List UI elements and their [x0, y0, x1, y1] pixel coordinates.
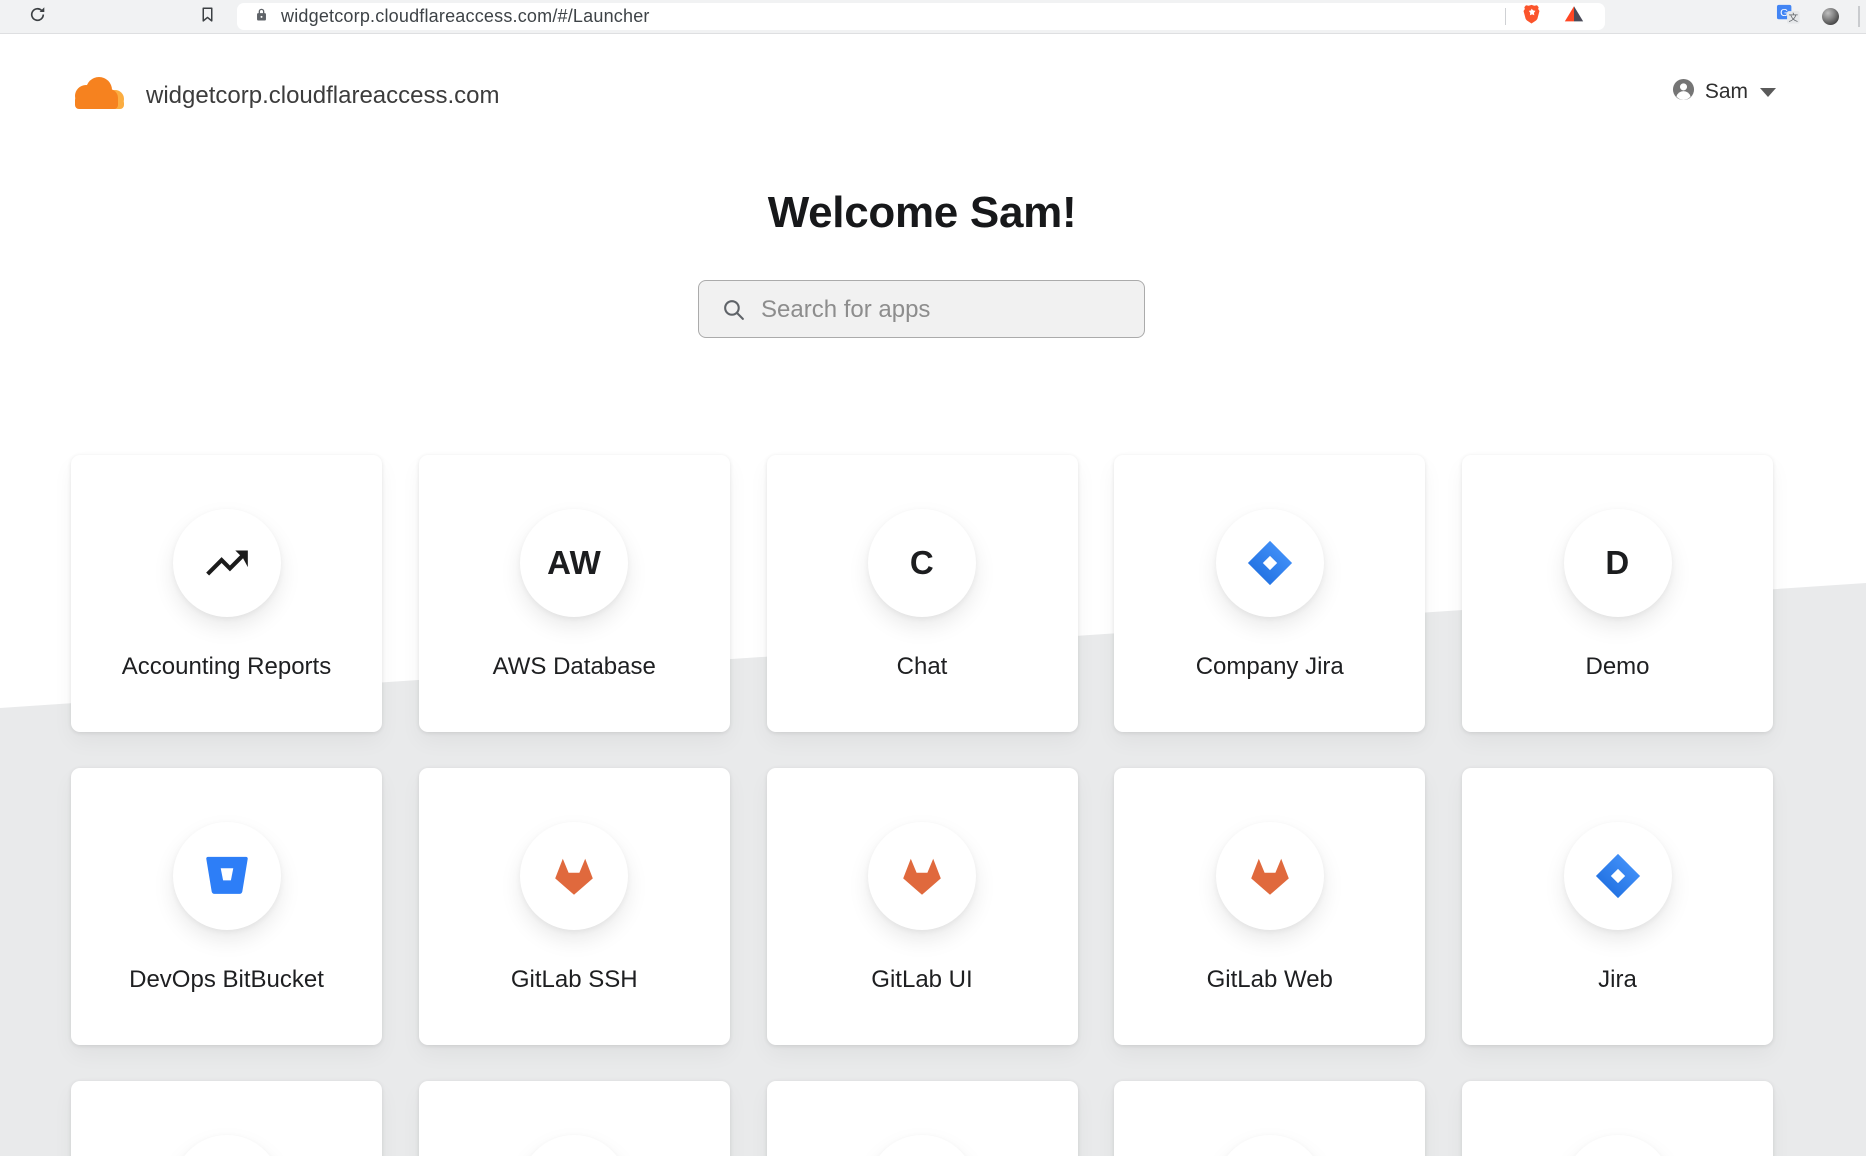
app-icon-circle [173, 822, 281, 930]
app-tile-aws-database[interactable]: AW AWS Database [419, 455, 730, 732]
browser-toolbar: widgetcorp.cloudflareaccess.com/#/Launch… [0, 0, 1866, 34]
app-tile-chat[interactable]: C Chat [767, 455, 1078, 732]
address-bar[interactable]: widgetcorp.cloudflareaccess.com/#/Launch… [237, 3, 1605, 30]
app-tile-label: Accounting Reports [71, 653, 382, 681]
organization-domain: widgetcorp.cloudflareaccess.com [146, 82, 500, 110]
app-tile-partial[interactable] [1114, 1081, 1425, 1156]
app-tile-label: DevOps BitBucket [71, 966, 382, 994]
app-icon-circle [1216, 1135, 1324, 1156]
chevron-down-icon [1760, 88, 1776, 97]
app-tile-gitlab-ssh[interactable]: GitLab SSH [419, 768, 730, 1045]
app-initials: D [1605, 544, 1629, 582]
brave-rewards-button[interactable] [1563, 5, 1585, 28]
bookmark-button[interactable] [194, 0, 220, 33]
app-icon-circle [173, 509, 281, 617]
app-icon-circle [520, 822, 628, 930]
app-tile-label: Chat [767, 653, 1078, 681]
search-input[interactable] [759, 282, 1133, 337]
brave-shield-icon [1521, 3, 1542, 30]
app-tile-label: GitLab UI [767, 966, 1078, 994]
translate-extension-button[interactable]: G 文 [1774, 0, 1802, 33]
svg-text:文: 文 [1788, 11, 1798, 23]
app-icon-circle [1564, 822, 1672, 930]
app-icon-circle [868, 1135, 976, 1156]
address-bar-divider [1505, 8, 1506, 25]
app-tile-accounting-reports[interactable]: Accounting Reports [71, 455, 382, 732]
cloudflare-access-logo[interactable]: widgetcorp.cloudflareaccess.com [68, 73, 500, 118]
apps-grid: Accounting Reports AW AWS Database C Chat Com… [71, 455, 1773, 1156]
translate-icon: G 文 [1776, 2, 1801, 32]
app-tile-label: Company Jira [1114, 653, 1425, 681]
app-tile-partial[interactable] [767, 1081, 1078, 1156]
brave-rewards-icon [1563, 3, 1585, 30]
profile-sphere-icon[interactable] [1822, 8, 1839, 25]
app-icon-circle: C [868, 509, 976, 617]
cloudflare-cloud-icon [68, 73, 132, 118]
app-tile-company-jira[interactable]: Company Jira [1114, 455, 1425, 732]
user-name: Sam [1705, 80, 1748, 104]
reload-button[interactable] [24, 0, 50, 33]
app-icon-circle: D [1564, 509, 1672, 617]
app-icon-circle: AW [520, 509, 628, 617]
browser-window: widgetcorp.cloudflareaccess.com/#/Launch… [0, 0, 1866, 1156]
url-text: widgetcorp.cloudflareaccess.com/#/Launch… [281, 3, 650, 30]
site-security-button[interactable] [253, 3, 270, 30]
app-tile-jira[interactable]: Jira [1462, 768, 1773, 1045]
user-menu[interactable]: Sam [1672, 78, 1776, 106]
search-icon [721, 297, 746, 327]
app-initials: C [910, 544, 934, 582]
app-icon-circle [1564, 1135, 1672, 1156]
app-tile-label: Jira [1462, 966, 1773, 994]
reload-icon [28, 5, 47, 29]
content-area: Welcome Sam! Accounting Reports AW AWS Dat… [71, 0, 1773, 1156]
jira-icon [1592, 850, 1644, 902]
app-tile-partial[interactable] [71, 1081, 382, 1156]
svg-text:G: G [1780, 7, 1788, 19]
app-icon-circle [1216, 509, 1324, 617]
app-tile-gitlab-ui[interactable]: GitLab UI [767, 768, 1078, 1045]
lock-icon [253, 6, 270, 28]
app-tile-label: GitLab Web [1114, 966, 1425, 994]
trending-up-icon [202, 538, 252, 588]
brave-shield-button[interactable] [1521, 5, 1542, 28]
page-header: widgetcorp.cloudflareaccess.com Sam [0, 33, 1866, 143]
jira-icon [1244, 537, 1296, 589]
bitbucket-icon [201, 850, 253, 902]
app-tile-demo[interactable]: D Demo [1462, 455, 1773, 732]
app-icon-circle [868, 822, 976, 930]
app-tile-partial[interactable] [1462, 1081, 1773, 1156]
welcome-heading: Welcome Sam! [71, 188, 1773, 238]
app-icon-circle [173, 1135, 281, 1156]
app-tile-devops-bitbucket[interactable]: DevOps BitBucket [71, 768, 382, 1045]
app-icon-circle [520, 1135, 628, 1156]
app-initials: AW [547, 544, 601, 582]
app-tile-label: Demo [1462, 653, 1773, 681]
app-tile-label: GitLab SSH [419, 966, 730, 994]
app-search-box[interactable] [698, 280, 1145, 338]
gitlab-icon [550, 852, 598, 900]
person-icon [1672, 78, 1695, 106]
app-icon-circle [1216, 822, 1324, 930]
gitlab-icon [1246, 852, 1294, 900]
app-tile-label: AWS Database [419, 653, 730, 681]
app-tile-gitlab-web[interactable]: GitLab Web [1114, 768, 1425, 1045]
gitlab-icon [898, 852, 946, 900]
toolbar-divider [1858, 6, 1860, 27]
app-tile-partial[interactable] [419, 1081, 730, 1156]
bookmark-icon [199, 6, 216, 28]
